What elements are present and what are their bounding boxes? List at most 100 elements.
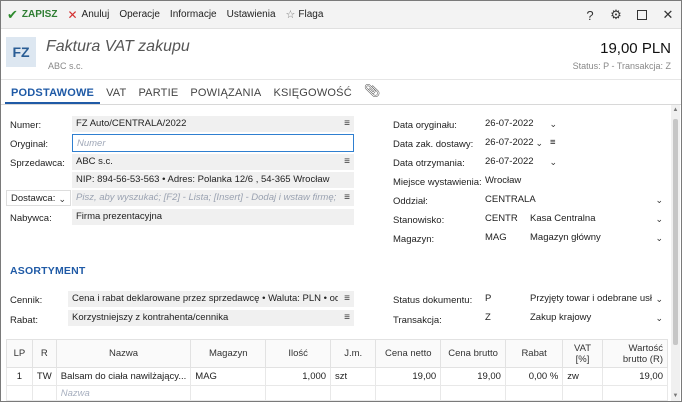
- close-window-icon[interactable]: ✕: [655, 1, 681, 29]
- menu-icon[interactable]: ≡: [344, 154, 350, 170]
- column-header[interactable]: LP: [6, 339, 33, 368]
- station-select[interactable]: CENTR Kasa Centralna ⌄: [481, 211, 667, 227]
- column-header[interactable]: Nazwa: [55, 339, 192, 368]
- empty-cell: [265, 385, 332, 401]
- vertical-scrollbar[interactable]: ▲ ▼: [671, 105, 680, 401]
- pricelist-label: Cennik:: [10, 295, 43, 306]
- close-icon: ✕: [67, 7, 78, 22]
- original-number-input[interactable]: [72, 134, 354, 152]
- cell-discount[interactable]: 0,00 %: [504, 367, 564, 386]
- menu-icon[interactable]: ≡: [344, 116, 350, 132]
- info-menu[interactable]: Informacje: [165, 1, 222, 29]
- delivery-date-picker[interactable]: 26-07-2022 ⌄: [481, 135, 547, 151]
- document-amount: 19,00 PLN: [600, 40, 671, 57]
- receipt-date-label: Data otrzymania:: [393, 158, 465, 169]
- supplier-search-field[interactable]: Pisz, aby wyszukać; [F2] - Lista; [Inser…: [72, 190, 354, 206]
- cancel-button-label: Anuluj: [81, 9, 110, 20]
- buyer-value: Firma prezentacyjna: [76, 211, 163, 222]
- tab-vat[interactable]: VAT: [100, 87, 132, 104]
- column-header[interactable]: Wartość brutto (R): [601, 339, 669, 368]
- buyer-label: Nabywca:: [10, 213, 52, 224]
- supplier-role-select[interactable]: Dostawca: ⌄: [6, 190, 71, 206]
- cell-vat[interactable]: zw: [562, 367, 603, 386]
- receipt-date-picker[interactable]: 26-07-2022 ⌄: [481, 154, 561, 170]
- doc-status-select[interactable]: P Przyjęty towar i odebrane usłu ⌄: [481, 291, 667, 307]
- warehouse-code: MAG: [485, 232, 507, 243]
- items-table: LP R Nazwa Magazyn Ilość J.m. Cena netto…: [6, 339, 669, 401]
- page-subtitle: ABC s.c.: [48, 61, 84, 71]
- cell-name[interactable]: Balsam do ciała nawilżający...: [55, 367, 192, 386]
- branch-value: CENTRALA: [485, 194, 536, 205]
- number-label: Numer:: [10, 120, 42, 131]
- pricelist-field[interactable]: Cena i rabat deklarowane przez sprzedawc…: [68, 291, 354, 307]
- empty-cell: [601, 385, 669, 401]
- flag-button[interactable]: ☆ Flaga: [281, 1, 329, 29]
- column-header[interactable]: VAT [%]: [562, 339, 603, 368]
- cell-unit[interactable]: szt: [330, 367, 377, 386]
- table-row[interactable]: 1 TW Balsam do ciała nawilżający... MAG …: [6, 367, 669, 386]
- document-type-badge: FZ: [6, 37, 36, 67]
- delivery-date-value: 26-07-2022: [485, 137, 534, 148]
- menu-icon[interactable]: ≡: [344, 310, 350, 326]
- doc-status-label: Status dokumentu:: [393, 295, 473, 306]
- scroll-up-icon[interactable]: ▲: [672, 107, 679, 113]
- branch-select[interactable]: CENTRALA ⌄: [481, 192, 667, 208]
- orig-date-label: Data oryginału:: [393, 120, 457, 131]
- warehouse-select[interactable]: MAG Magazyn główny ⌄: [481, 230, 667, 246]
- column-header[interactable]: Magazyn: [190, 339, 267, 368]
- doc-status-name: Przyjęty towar i odebrane usłu: [530, 293, 652, 304]
- tab-basic[interactable]: PODSTAWOWE: [5, 87, 101, 104]
- new-item-row[interactable]: Nazwa: [6, 385, 669, 401]
- column-header[interactable]: Rabat: [504, 339, 564, 368]
- window-controls: ? ⚙ ✕: [577, 1, 681, 29]
- column-header[interactable]: Cena brutto: [440, 339, 506, 368]
- star-icon: ☆: [285, 9, 296, 21]
- column-header[interactable]: R: [31, 339, 57, 368]
- cancel-button[interactable]: ✕ Anuluj: [62, 1, 114, 29]
- scrollbar-thumb[interactable]: [673, 119, 678, 345]
- column-header[interactable]: J.m.: [330, 339, 377, 368]
- operations-menu[interactable]: Operacje: [114, 1, 165, 29]
- transaction-code: Z: [485, 312, 491, 323]
- save-button-label: ZAPISZ: [21, 9, 58, 20]
- toolbar: ✔ ZAPISZ ✕ Anuluj Operacje Informacje Us…: [1, 1, 681, 29]
- section-title-assortment: ASORTYMENT: [10, 265, 86, 277]
- number-field[interactable]: FZ Auto/CENTRALA/2022 ≡: [72, 116, 354, 132]
- column-header[interactable]: Cena netto: [375, 339, 442, 368]
- seller-value: ABC s.c.: [76, 156, 113, 167]
- orig-date-picker[interactable]: 26-07-2022 ⌄: [481, 116, 561, 132]
- scroll-down-icon[interactable]: ▼: [672, 393, 679, 399]
- tab-accounting[interactable]: KSIĘGOWOŚĆ: [267, 87, 357, 104]
- save-button[interactable]: ✔ ZAPISZ: [1, 1, 62, 29]
- cell-net-price[interactable]: 19,00: [375, 367, 442, 386]
- cell-gross-value: 19,00: [601, 367, 669, 386]
- tab-attachments[interactable]: 📎︎: [358, 83, 387, 104]
- supplier-label: Dostawca:: [11, 193, 56, 204]
- delivery-date-menu[interactable]: ≡: [547, 135, 561, 151]
- cell-warehouse[interactable]: MAG: [190, 367, 267, 386]
- chevron-down-icon: ⌄: [655, 214, 663, 224]
- settings-menu[interactable]: Ustawienia: [222, 1, 281, 29]
- menu-icon[interactable]: ≡: [344, 291, 350, 307]
- gear-icon[interactable]: ⚙: [603, 1, 629, 29]
- place-field[interactable]: Wrocław: [481, 173, 667, 189]
- orig-date-value: 26-07-2022: [485, 118, 534, 129]
- place-label: Miejsce wystawienia:: [393, 177, 482, 188]
- new-item-name-input[interactable]: Nazwa: [55, 385, 192, 401]
- empty-cell: [31, 385, 57, 401]
- tab-bar: PODSTAWOWE VAT PARTIE POWIĄZANIA KSIĘGOW…: [1, 81, 681, 105]
- menu-icon: ≡: [550, 137, 556, 148]
- seller-field[interactable]: ABC s.c. ≡: [72, 154, 354, 170]
- discount-field[interactable]: Korzystniejszy z kontrahenta/cennika ≡: [68, 310, 354, 326]
- tab-batches[interactable]: PARTIE: [132, 87, 184, 104]
- column-header[interactable]: Ilość: [265, 339, 332, 368]
- table-header-row: LP R Nazwa Magazyn Ilość J.m. Cena netto…: [6, 339, 669, 368]
- transaction-select[interactable]: Z Zakup krajowy ⌄: [481, 310, 667, 326]
- tab-relations[interactable]: POWIĄZANIA: [184, 87, 267, 104]
- help-icon[interactable]: ?: [577, 1, 603, 29]
- chevron-down-icon: ⌄: [655, 313, 663, 323]
- menu-icon[interactable]: ≡: [342, 190, 350, 206]
- cell-gross-price[interactable]: 19,00: [440, 367, 506, 386]
- cell-quantity[interactable]: 1,000: [265, 367, 332, 386]
- maximize-icon[interactable]: [629, 1, 655, 29]
